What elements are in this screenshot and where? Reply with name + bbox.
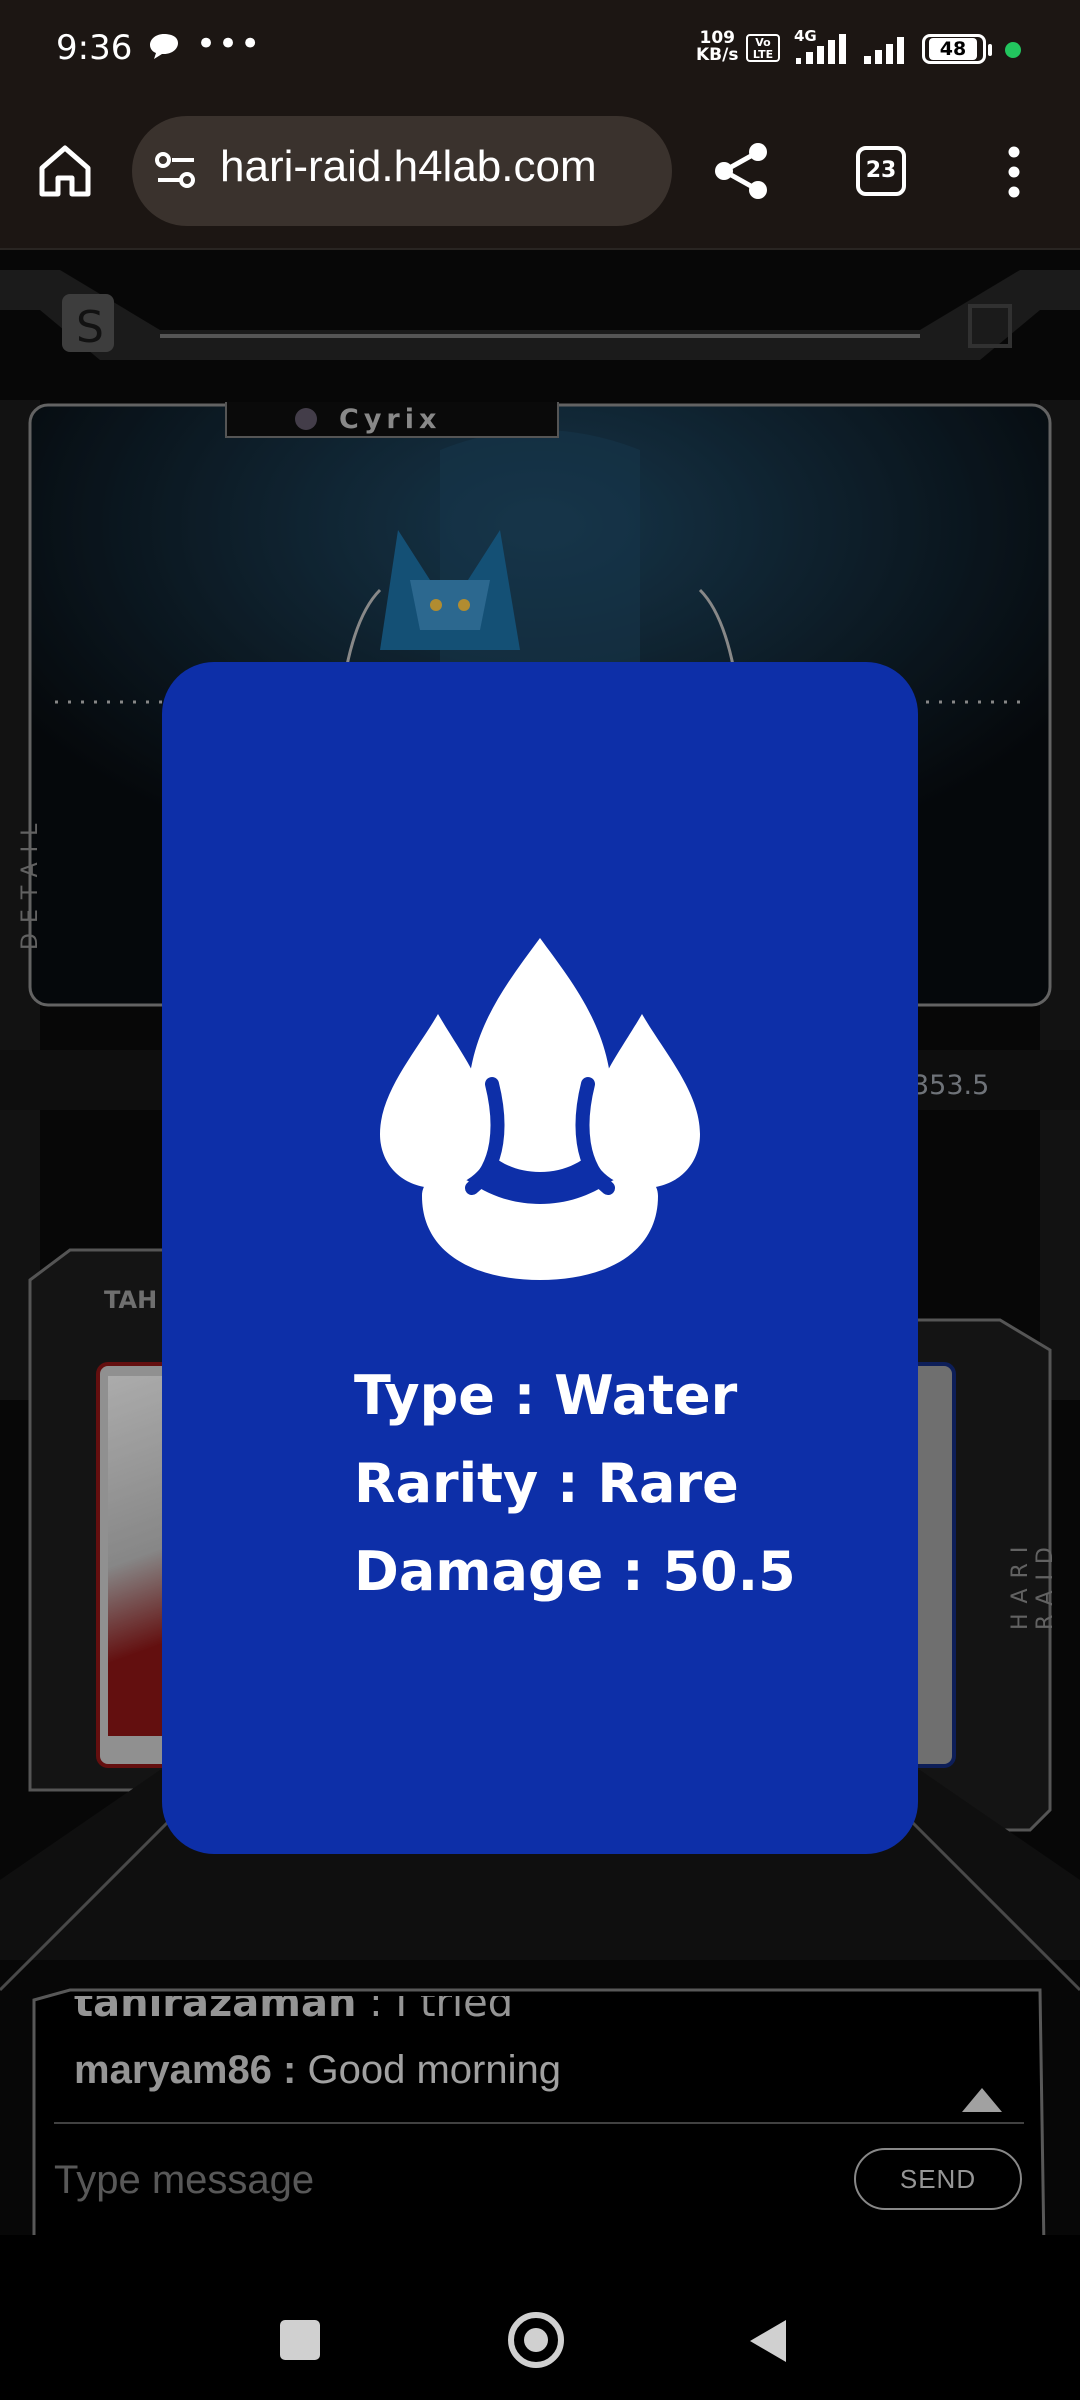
address-bar[interactable]: hari-raid.h4lab.com xyxy=(132,116,672,226)
chat-bubble-icon xyxy=(150,34,178,59)
status-time: 9:36 xyxy=(56,28,133,68)
card-rarity-row: Rarity : Rare xyxy=(354,1440,796,1528)
volte-badge: Vo LTE xyxy=(746,34,780,62)
element-card-modal[interactable]: Type : Water Rarity : Rare Damage : 50.5 xyxy=(162,662,918,1854)
damage-label: Damage xyxy=(354,1540,604,1603)
share-icon[interactable] xyxy=(712,140,772,202)
speed-unit: KB/s xyxy=(696,45,739,65)
water-drops-icon xyxy=(380,938,700,1280)
rarity-value: Rare xyxy=(597,1452,739,1515)
svg-text:4G: 4G xyxy=(794,28,817,45)
separator: : xyxy=(557,1452,579,1515)
site-settings-icon[interactable] xyxy=(154,150,198,190)
status-bar: 9:36 ••• 109 KB/s Vo LTE 4G 48 xyxy=(0,0,1080,100)
card-damage-row: Damage : 50.5 xyxy=(354,1528,796,1616)
separator: : xyxy=(622,1540,644,1603)
damage-value: 50.5 xyxy=(662,1540,796,1603)
separator: : xyxy=(513,1364,536,1427)
network-speed: 109 KB/s xyxy=(696,30,738,64)
rarity-label: Rarity xyxy=(354,1452,539,1515)
signal-icon-2 xyxy=(864,37,904,64)
type-label: Type xyxy=(354,1364,495,1427)
card-info: Type : Water Rarity : Rare Damage : 50.5 xyxy=(354,1352,796,1616)
overflow-menu-icon[interactable] xyxy=(1000,144,1028,200)
recent-apps-icon[interactable] xyxy=(280,2320,320,2360)
privacy-indicator-dot xyxy=(1005,42,1021,58)
signal-icon: 4G xyxy=(794,28,846,64)
battery-icon: 48 xyxy=(922,34,992,64)
url-text: hari-raid.h4lab.com xyxy=(220,142,597,191)
type-value: Water xyxy=(554,1364,738,1427)
tabs-icon[interactable]: 23 xyxy=(856,146,906,196)
more-dots-icon: ••• xyxy=(196,24,263,64)
card-type-row: Type : Water xyxy=(354,1352,796,1440)
home-icon[interactable] xyxy=(34,140,96,202)
browser-toolbar: hari-raid.h4lab.com 23 xyxy=(0,100,1080,250)
home-circle-icon[interactable] xyxy=(508,2312,564,2368)
battery-level: 48 xyxy=(929,38,977,60)
system-nav-bar xyxy=(0,2268,1080,2400)
back-triangle-icon[interactable] xyxy=(748,2318,788,2364)
